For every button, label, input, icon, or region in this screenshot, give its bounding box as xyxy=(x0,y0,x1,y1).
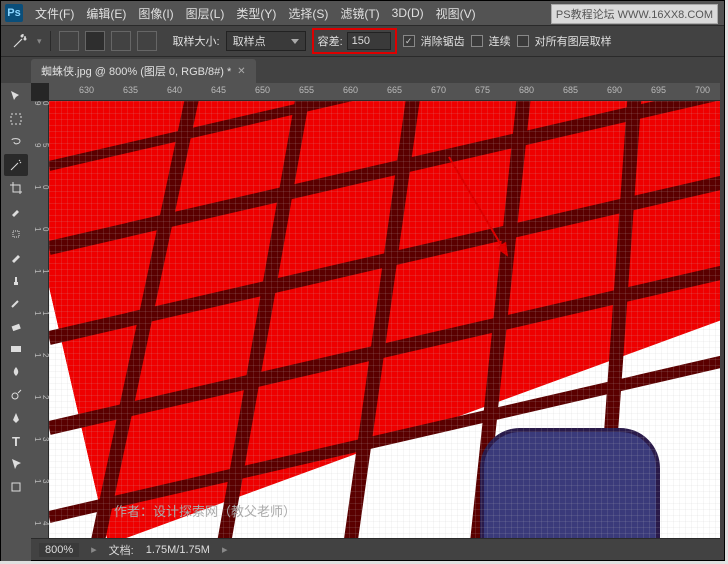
artwork xyxy=(49,101,720,538)
watermark-url: WWW.16XX8.COM xyxy=(618,9,713,21)
eyedropper-tool[interactable] xyxy=(4,200,28,222)
tools-panel: T xyxy=(1,83,31,561)
lasso-tool[interactable] xyxy=(4,131,28,153)
history-brush-tool[interactable] xyxy=(4,292,28,314)
blur-tool[interactable] xyxy=(4,361,28,383)
menu-3d[interactable]: 3D(D) xyxy=(386,6,430,20)
horizontal-ruler: 6306356406456506556606656706756806856906… xyxy=(49,83,720,101)
watermark-label: PS教程论坛 xyxy=(556,9,615,21)
move-tool[interactable] xyxy=(4,85,28,107)
all-layers-checkbox[interactable] xyxy=(517,35,529,47)
selection-new-button[interactable] xyxy=(59,31,79,51)
crop-tool[interactable] xyxy=(4,177,28,199)
shape-tool[interactable] xyxy=(4,476,28,498)
document-tab[interactable]: 蜘蛛侠.jpg @ 800% (图层 0, RGB/8#) * ✕ xyxy=(31,59,256,83)
right-panel-edge xyxy=(720,57,724,560)
dodge-tool[interactable] xyxy=(4,384,28,406)
menu-image[interactable]: 图像(I) xyxy=(132,5,179,22)
app-logo: Ps xyxy=(5,4,23,22)
type-tool[interactable]: T xyxy=(4,430,28,452)
selection-intersect-button[interactable] xyxy=(137,31,157,51)
menu-layer[interactable]: 图层(L) xyxy=(180,5,231,22)
document-tab-bar: 蜘蛛侠.jpg @ 800% (图层 0, RGB/8#) * ✕ xyxy=(1,57,724,83)
eraser-tool[interactable] xyxy=(4,315,28,337)
pen-tool[interactable] xyxy=(4,407,28,429)
doc-size-label: 文档: xyxy=(109,542,134,558)
menu-select[interactable]: 选择(S) xyxy=(282,5,334,22)
watermark: PS教程论坛 WWW.16XX8.COM xyxy=(551,4,718,24)
menu-type[interactable]: 类型(Y) xyxy=(230,5,282,22)
document-tab-title: 蜘蛛侠.jpg @ 800% (图层 0, RGB/8#) * xyxy=(41,63,231,79)
zoom-level[interactable]: 800% xyxy=(39,543,79,557)
menubar: Ps 文件(F) 编辑(E) 图像(I) 图层(L) 类型(Y) 选择(S) 滤… xyxy=(1,1,724,25)
doc-size-value: 1.75M/1.75M xyxy=(146,544,210,556)
brush-tool[interactable] xyxy=(4,246,28,268)
menu-view[interactable]: 视图(V) xyxy=(430,5,482,22)
antialias-label: 消除锯齿 xyxy=(421,33,465,49)
status-bar: 800% ▸ 文档: 1.75M/1.75M ▸ xyxy=(31,538,720,560)
canvas-area: 6306356406456506556606656706756806856906… xyxy=(31,83,720,538)
close-icon[interactable]: ✕ xyxy=(237,66,245,77)
vertical-ruler: 9 09 51 0 01 0 51 1 01 1 51 2 01 2 51 3 … xyxy=(31,101,49,538)
contiguous-label: 连续 xyxy=(489,33,511,49)
tolerance-input[interactable]: 150 xyxy=(347,32,391,50)
selection-add-button[interactable] xyxy=(85,31,105,51)
magic-wand-icon xyxy=(9,30,31,52)
menu-filter[interactable]: 滤镜(T) xyxy=(334,5,385,22)
tolerance-label: 容差: xyxy=(318,33,343,49)
canvas[interactable]: 作者：设计探索网（教父老师） xyxy=(49,101,720,538)
menu-file[interactable]: 文件(F) xyxy=(29,5,80,22)
gradient-tool[interactable] xyxy=(4,338,28,360)
tolerance-highlight: 容差: 150 xyxy=(312,28,397,54)
menu-edit[interactable]: 编辑(E) xyxy=(80,5,132,22)
marquee-tool[interactable] xyxy=(4,108,28,130)
antialias-checkbox[interactable] xyxy=(403,35,415,47)
sample-size-dropdown[interactable]: 取样点 xyxy=(226,31,306,51)
magic-wand-tool[interactable] xyxy=(4,154,28,176)
healing-tool[interactable] xyxy=(4,223,28,245)
sample-size-label: 取样大小: xyxy=(173,33,220,49)
selection-subtract-button[interactable] xyxy=(111,31,131,51)
all-layers-label: 对所有图层取样 xyxy=(535,33,612,49)
stamp-tool[interactable] xyxy=(4,269,28,291)
options-bar: ▾ 取样大小: 取样点 容差: 150 消除锯齿 连续 对所有图层取样 xyxy=(1,25,724,57)
contiguous-checkbox[interactable] xyxy=(471,35,483,47)
credit-text: 作者：设计探索网（教父老师） xyxy=(114,501,296,520)
path-select-tool[interactable] xyxy=(4,453,28,475)
